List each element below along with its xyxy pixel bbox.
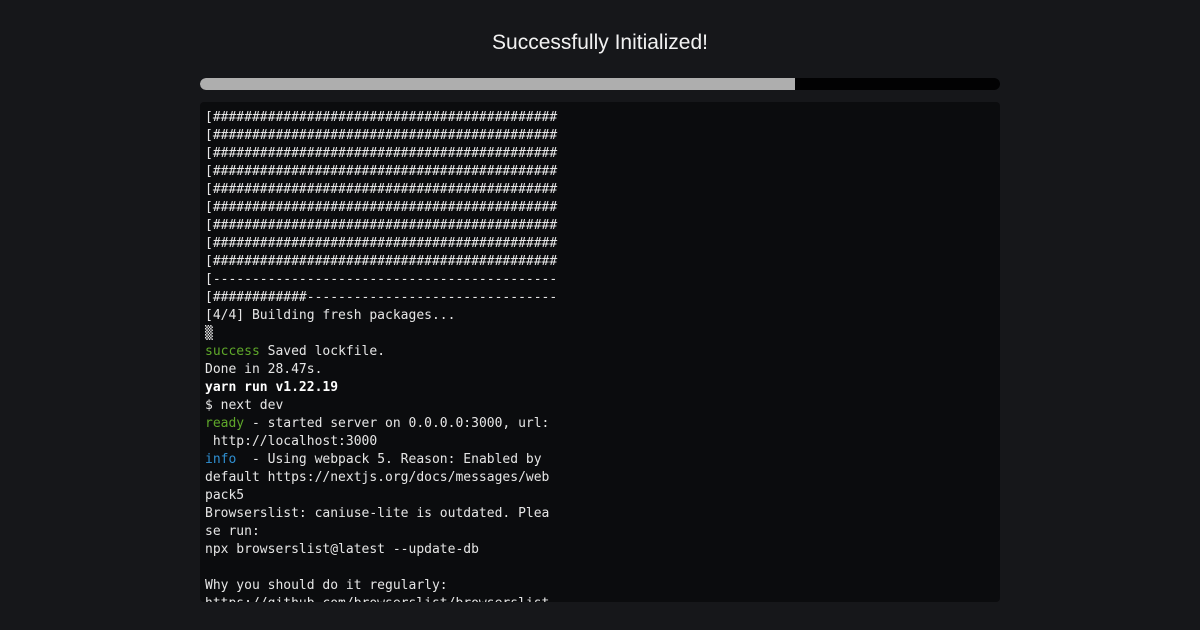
terminal-line: [#######################################…	[205, 253, 561, 271]
terminal-line-segment: [############---------------------------…	[205, 290, 558, 305]
terminal-line-segment: yarn run v1.22.19	[205, 380, 339, 395]
terminal-line: yarn run v1.22.19	[205, 379, 561, 397]
terminal-line: [#######################################…	[205, 181, 561, 199]
terminal-line-segment: default https://nextjs.org/docs/messages…	[205, 470, 550, 485]
terminal-line: ▒	[205, 325, 561, 343]
terminal-line-segment: Done in 28.47s.	[205, 362, 323, 377]
terminal-line: [4/4] Building fresh packages...	[205, 307, 561, 325]
terminal-line-segment: [#######################################…	[205, 236, 558, 251]
terminal-line: https://github.com/browserslist/browsers…	[205, 595, 561, 602]
progress-bar	[200, 78, 1000, 90]
terminal-line: [#######################################…	[205, 217, 561, 235]
terminal-line-segment: [#######################################…	[205, 128, 558, 143]
terminal-line-segment: [#######################################…	[205, 110, 558, 125]
terminal-line-segment: [#######################################…	[205, 146, 558, 161]
terminal-line: $ next dev	[205, 397, 561, 415]
terminal-line: npx browserslist@latest --update-db	[205, 541, 561, 559]
terminal-line-segment: $ next dev	[205, 398, 284, 413]
terminal-line: Browserslist: caniuse-lite is outdated. …	[205, 505, 561, 523]
terminal-line: [#######################################…	[205, 109, 561, 127]
terminal-line-segment: npx browserslist@latest --update-db	[205, 542, 479, 557]
terminal-line-segment: success	[205, 344, 260, 359]
terminal-line-segment: ▒	[205, 326, 213, 341]
terminal-line: se run:	[205, 523, 561, 541]
terminal-line: [---------------------------------------…	[205, 271, 561, 289]
terminal-line: info - Using webpack 5. Reason: Enabled …	[205, 451, 561, 469]
terminal-line-segment: Saved lockfile.	[259, 344, 386, 359]
terminal-line: success Saved lockfile.	[205, 343, 561, 361]
terminal-line-segment: - started server on 0.0.0.0:3000, url:	[244, 416, 550, 431]
terminal-line: [#######################################…	[205, 199, 561, 217]
terminal-line-segment: https://github.com/browserslist/browsers…	[205, 596, 549, 602]
terminal-line-segment: ready	[205, 416, 245, 431]
terminal-line-segment: [#######################################…	[205, 254, 558, 269]
terminal-line-segment: Browserslist: caniuse-lite is outdated. …	[205, 506, 550, 521]
terminal-line: ready - started server on 0.0.0.0:3000, …	[205, 415, 561, 433]
terminal-line: [#######################################…	[205, 127, 561, 145]
terminal-line: Why you should do it regularly:	[205, 577, 561, 595]
terminal-line-segment: Why you should do it regularly:	[205, 578, 448, 593]
terminal-line: [#######################################…	[205, 163, 561, 181]
page: Successfully Initialized! [#############…	[0, 0, 1200, 630]
terminal-line-segment: pack5	[205, 488, 245, 503]
terminal-line-segment: [#######################################…	[205, 218, 558, 233]
terminal-line: default https://nextjs.org/docs/messages…	[205, 469, 561, 487]
terminal-line: [#######################################…	[205, 145, 561, 163]
terminal-line-segment: - Using webpack 5. Reason: Enabled by	[236, 452, 542, 467]
terminal-line-segment: [#######################################…	[205, 164, 558, 179]
terminal-line: pack5	[205, 487, 561, 505]
terminal-line: [#######################################…	[205, 235, 561, 253]
terminal-line: http://localhost:3000	[205, 433, 561, 451]
terminal-line-segment: http://localhost:3000	[205, 434, 378, 449]
terminal-line: Done in 28.47s.	[205, 361, 561, 379]
terminal-line-segment: se run:	[205, 524, 260, 539]
terminal-line-segment: [#######################################…	[205, 182, 558, 197]
terminal-lines: [#######################################…	[205, 109, 561, 602]
progress-bar-fill	[200, 78, 796, 90]
page-title: Successfully Initialized!	[492, 31, 708, 54]
terminal-line-segment: [#######################################…	[205, 200, 558, 215]
terminal-line: [############---------------------------…	[205, 289, 561, 307]
terminal-output[interactable]: [#######################################…	[200, 102, 1000, 602]
terminal-line-segment: [---------------------------------------…	[205, 272, 558, 287]
terminal-line-segment: [4/4] Building fresh packages...	[205, 308, 456, 323]
terminal-line-segment: info	[205, 452, 237, 467]
